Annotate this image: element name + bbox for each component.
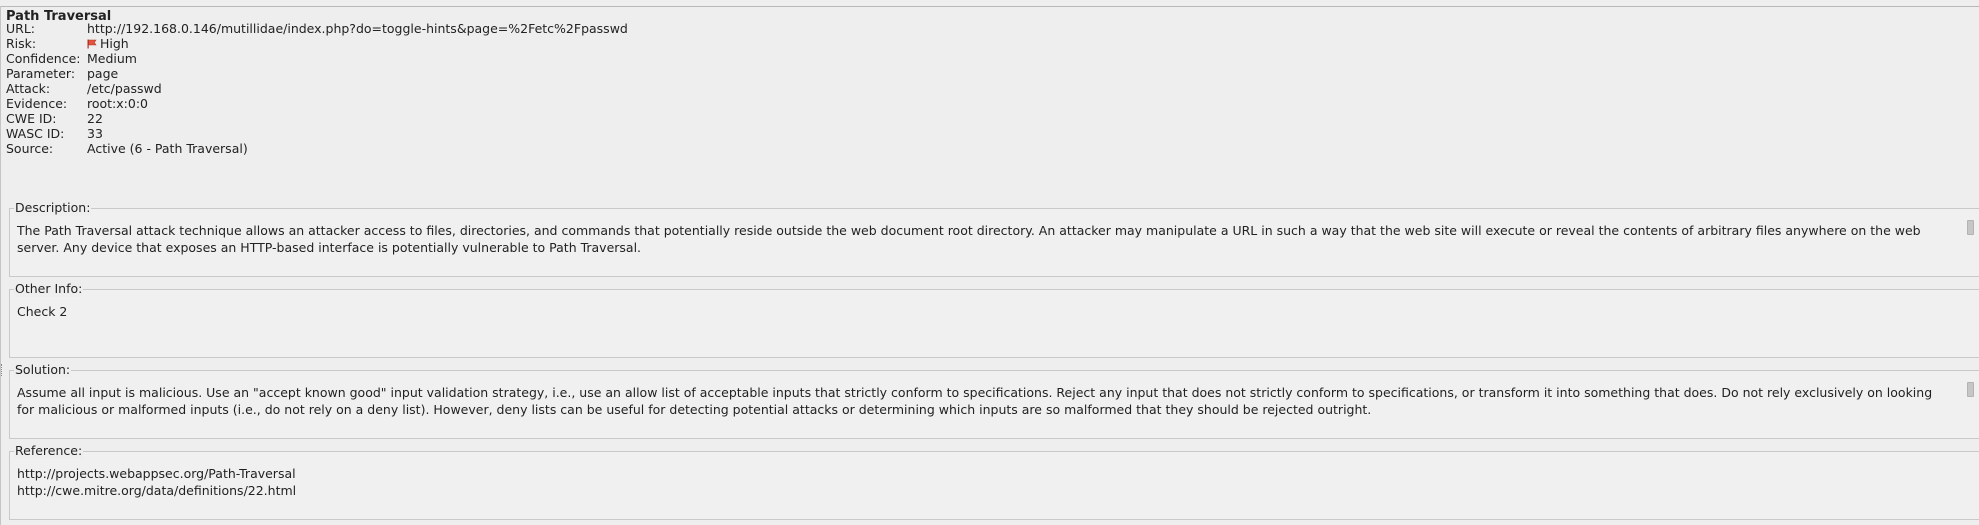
url-value[interactable]: http://192.168.0.146/mutillidae/index.ph… (87, 19, 628, 38)
panel-top-border (0, 6, 1979, 7)
other-info-label: Other Info: (14, 281, 84, 297)
other-info-text[interactable]: Check 2 (17, 303, 1956, 320)
solution-text[interactable]: Assume all input is malicious. Use an "a… (17, 384, 1956, 418)
panel-left-border (0, 6, 1, 525)
solution-section: Solution: Assume all input is malicious.… (9, 362, 1979, 439)
description-text[interactable]: The Path Traversal attack technique allo… (17, 222, 1956, 256)
description-label: Description: (14, 200, 92, 216)
description-section: Description: The Path Traversal attack t… (9, 200, 1979, 277)
reference-label: Reference: (14, 443, 84, 459)
source-value: Active (6 - Path Traversal) (87, 141, 248, 156)
high-risk-flag-icon (87, 39, 97, 49)
reference-text[interactable]: http://projects.webappsec.org/Path-Trave… (17, 465, 1956, 499)
split-pane-handle[interactable] (1, 364, 5, 376)
field-source: Source: Active (6 - Path Traversal) (6, 139, 248, 158)
field-label: Source: (6, 141, 54, 156)
other-info-section: Other Info: Check 2 (9, 281, 1979, 358)
description-scrollbar[interactable] (1967, 220, 1974, 235)
solution-label: Solution: (14, 362, 72, 378)
solution-scrollbar[interactable] (1967, 382, 1974, 397)
reference-section: Reference: http://projects.webappsec.org… (9, 443, 1979, 520)
